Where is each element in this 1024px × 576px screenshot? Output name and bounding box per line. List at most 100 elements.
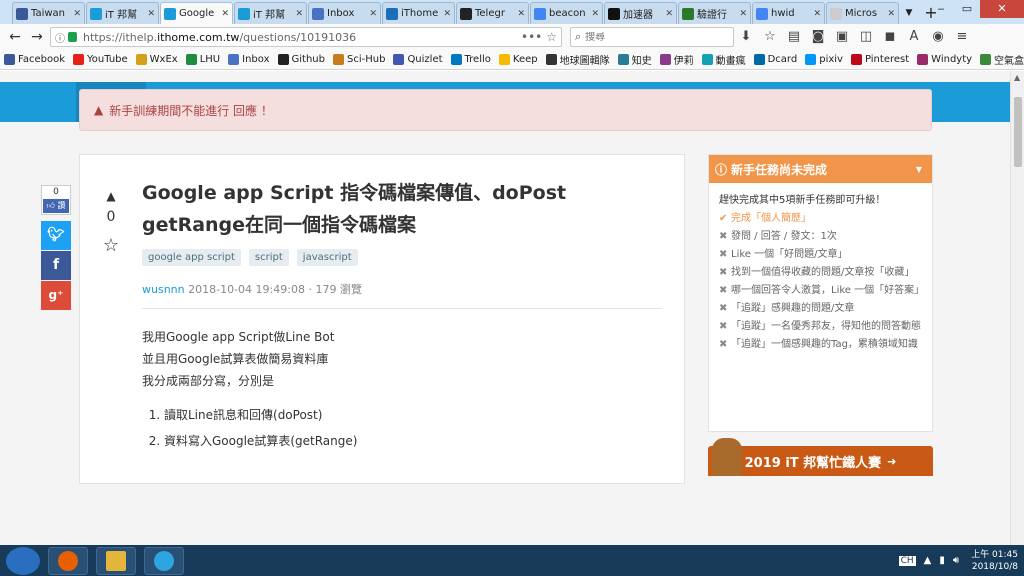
- site-info-icon[interactable]: ⓘ: [55, 30, 65, 45]
- tab-close-icon[interactable]: ✕: [221, 9, 229, 19]
- extension-icon[interactable]: ◼: [878, 26, 902, 48]
- tab-close-icon[interactable]: ✕: [813, 9, 821, 19]
- tab-close-icon[interactable]: ✕: [665, 9, 673, 19]
- page-scrollbar[interactable]: ▲: [1010, 71, 1024, 545]
- bookmark-item[interactable]: Windyty: [917, 54, 972, 65]
- bookmark-item[interactable]: 地球圖輯隊: [545, 52, 610, 67]
- download-icon[interactable]: ⬇: [734, 26, 758, 48]
- scroll-thumb[interactable]: [1014, 97, 1022, 167]
- browser-tab[interactable]: hwid ✕: [752, 2, 825, 24]
- taskbar-firefox[interactable]: [48, 546, 88, 575]
- bookmark-item[interactable]: WxEx: [135, 54, 178, 65]
- tab-close-icon[interactable]: ✕: [739, 9, 747, 19]
- scroll-up-icon[interactable]: ▲: [1014, 73, 1020, 82]
- browser-tab[interactable]: iThome ✕: [382, 2, 455, 24]
- tag-link[interactable]: google app script: [142, 249, 241, 266]
- browser-tab[interactable]: Taiwan ✕: [12, 2, 85, 24]
- save-icon[interactable]: ▣: [830, 26, 854, 48]
- search-input[interactable]: [585, 31, 706, 43]
- search-box[interactable]: ⌕: [570, 27, 734, 47]
- menu-icon[interactable]: ≡: [950, 26, 974, 48]
- newbie-tasks-header[interactable]: ⓘ 新手任務尚未完成 ▼: [709, 155, 932, 183]
- browser-tab[interactable]: beacon ✕: [530, 2, 603, 24]
- browser-tab[interactable]: Telegr ✕: [456, 2, 529, 24]
- favorite-star-icon[interactable]: ☆: [100, 235, 122, 256]
- forward-button[interactable]: →: [26, 26, 48, 48]
- tag-link[interactable]: script: [248, 249, 289, 266]
- tab-favicon-icon: [608, 7, 620, 20]
- bookmark-star-icon[interactable]: ☆: [546, 30, 557, 44]
- bookmark-item[interactable]: LHU: [185, 54, 220, 65]
- volume-icon[interactable]: 🔊︎: [953, 555, 959, 566]
- twitter-share-icon[interactable]: 🐦︎: [41, 221, 71, 250]
- bookmark-item[interactable]: Facebook: [4, 54, 65, 65]
- bookmark-item[interactable]: Trello: [450, 54, 491, 65]
- bookmark-item[interactable]: 伊莉: [659, 52, 694, 67]
- close-window-button[interactable]: ✕: [980, 0, 1024, 18]
- tab-close-icon[interactable]: ✕: [517, 9, 525, 19]
- bookmark-item[interactable]: Dcard: [753, 54, 797, 65]
- pocket-icon[interactable]: ◙: [806, 26, 830, 48]
- facebook-like-button[interactable]: 0 👍︎ 讚: [41, 185, 71, 215]
- bookmark-item[interactable]: Github: [277, 54, 325, 65]
- newbie-task[interactable]: ✖ 「追蹤」一名優秀邦友，得知他的問答動態: [719, 318, 922, 336]
- bookmark-item[interactable]: Sci-Hub: [333, 54, 385, 65]
- tab-close-icon[interactable]: ✕: [369, 9, 377, 19]
- bookmark-star-toolbar-icon[interactable]: ☆: [758, 26, 782, 48]
- tab-close-icon[interactable]: ✕: [147, 9, 155, 19]
- language-indicator[interactable]: CH: [898, 555, 916, 566]
- clock[interactable]: 上午 01:45 2018/10/8: [971, 549, 1018, 573]
- ironman-banner[interactable]: 2019 iT 邦幫忙鐵人賽 ➜: [708, 438, 933, 476]
- bookmark-item[interactable]: YouTube: [73, 54, 128, 65]
- browser-tab[interactable]: Google ✕: [160, 2, 233, 24]
- bookmark-item[interactable]: Quizlet: [393, 54, 443, 65]
- tab-close-icon[interactable]: ✕: [73, 9, 81, 19]
- tab-close-icon[interactable]: ✕: [295, 9, 303, 19]
- bookmark-item[interactable]: 動畫瘋: [701, 52, 746, 67]
- reading-list-icon[interactable]: ▤: [782, 26, 806, 48]
- browser-tab[interactable]: 驗證行 ✕: [678, 2, 751, 24]
- browser-tab[interactable]: iT 邦幫 ✕: [234, 2, 307, 24]
- newbie-task[interactable]: ✖ 發問 / 回答 / 發文：1次: [719, 228, 922, 246]
- address-bar[interactable]: ⓘ https://ithelp.ithome.com.tw/questions…: [50, 27, 562, 47]
- bookmark-item[interactable]: Inbox: [228, 54, 270, 65]
- newbie-task[interactable]: ✖ 「追蹤」感興趣的問題/文章: [719, 300, 922, 318]
- newbie-task[interactable]: ✔ 完成「個人簡歷」: [719, 210, 922, 228]
- bookmark-item[interactable]: 空氣盒子: [980, 52, 1024, 67]
- google-plus-share-icon[interactable]: g⁺: [41, 281, 71, 310]
- screenshot-icon[interactable]: ◫: [854, 26, 878, 48]
- bookmark-item[interactable]: Pinterest: [850, 54, 909, 65]
- tag-link[interactable]: javascript: [296, 249, 358, 266]
- tray-expand-icon[interactable]: ▲: [924, 555, 932, 566]
- caret-down-icon[interactable]: ▼: [916, 165, 922, 174]
- author-link[interactable]: wusnnn: [142, 283, 185, 296]
- bookmark-item[interactable]: pixiv: [805, 54, 843, 65]
- taskbar-telegram[interactable]: [144, 546, 184, 575]
- browser-tab[interactable]: iT 邦幫 ✕: [86, 2, 159, 24]
- tab-close-icon[interactable]: ✕: [443, 9, 451, 19]
- tab-close-icon[interactable]: ✕: [887, 9, 895, 19]
- browser-tab[interactable]: Inbox ✕: [308, 2, 381, 24]
- network-icon[interactable]: ▮: [939, 555, 945, 566]
- tab-title: Google: [179, 8, 215, 19]
- page-actions-icon[interactable]: •••: [521, 30, 542, 44]
- newbie-task[interactable]: ✖ 哪一個回答令人激賞，Like 一個「好答案」: [719, 282, 924, 300]
- newbie-task[interactable]: ✖ 找到一個值得收藏的問題/文章按「收藏」: [719, 264, 922, 282]
- tab-close-icon[interactable]: ✕: [591, 9, 599, 19]
- upvote-icon[interactable]: ▲: [100, 189, 122, 203]
- bookmark-item[interactable]: Keep: [498, 54, 538, 65]
- translate-icon[interactable]: A: [902, 26, 926, 48]
- facebook-share-icon[interactable]: f: [41, 251, 71, 280]
- newbie-task[interactable]: ✖ Like 一個「好問題/文章」: [719, 246, 922, 264]
- newbie-task[interactable]: ✖ 「追蹤」一個感興趣的Tag，累積領域知識: [719, 336, 922, 354]
- bookmark-item[interactable]: 知史: [617, 52, 652, 67]
- tab-list-more-icon[interactable]: ▼: [900, 2, 918, 24]
- taskbar-explorer[interactable]: [96, 546, 136, 575]
- back-button[interactable]: ←: [4, 26, 26, 48]
- addon-icon[interactable]: ◉: [926, 26, 950, 48]
- browser-tab[interactable]: 加速器 ✕: [604, 2, 677, 24]
- start-button[interactable]: [6, 546, 40, 575]
- browser-tab[interactable]: Micros ✕: [826, 2, 899, 24]
- minimize-button[interactable]: ‒: [928, 0, 954, 18]
- maximize-button[interactable]: ▭: [954, 0, 980, 18]
